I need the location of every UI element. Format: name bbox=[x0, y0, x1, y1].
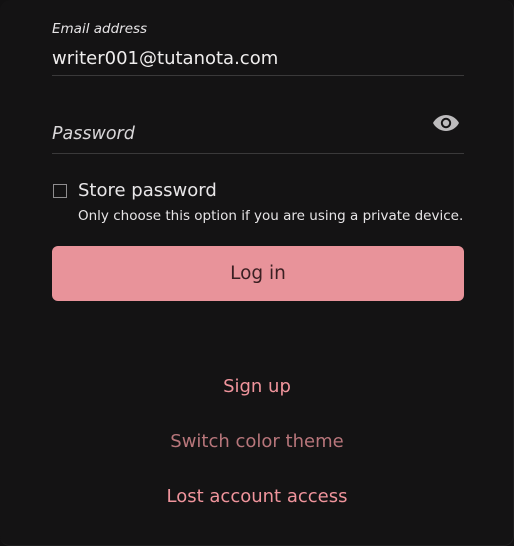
store-password-help: Only choose this option if you are using… bbox=[78, 208, 464, 224]
sign-up-link[interactable]: Sign up bbox=[0, 376, 513, 397]
email-field[interactable]: Email address bbox=[52, 18, 464, 76]
store-password-option: Store password Only choose this option i… bbox=[52, 180, 472, 230]
email-input[interactable] bbox=[52, 48, 464, 69]
password-field[interactable] bbox=[52, 106, 464, 154]
switch-theme-link[interactable]: Switch color theme bbox=[0, 431, 513, 452]
login-button[interactable]: Log in bbox=[52, 246, 464, 301]
login-panel: Email address Store password Only choose… bbox=[0, 0, 514, 546]
eye-icon[interactable] bbox=[432, 112, 460, 134]
lost-account-link[interactable]: Lost account access bbox=[0, 486, 513, 507]
password-input[interactable] bbox=[52, 124, 412, 144]
email-label: Email address bbox=[52, 21, 148, 37]
store-password-checkbox[interactable] bbox=[53, 184, 67, 198]
store-password-label[interactable]: Store password bbox=[78, 180, 217, 201]
